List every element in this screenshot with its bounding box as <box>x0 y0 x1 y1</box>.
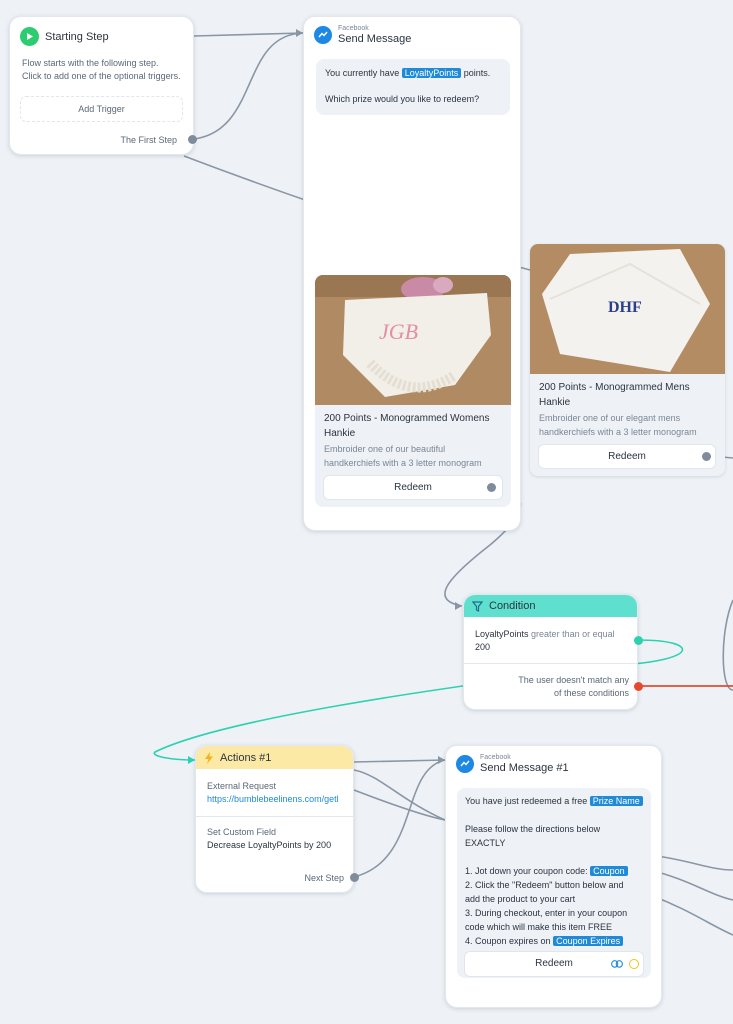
msg1-line-1: You have just redeemed a free Prize Name <box>465 794 643 808</box>
send-message-title: Send Message <box>338 33 412 45</box>
wire-actions-to-message1a <box>353 759 446 763</box>
custom-field-value: Decrease LoyaltyPoints by 200 <box>207 840 332 850</box>
messenger-icon <box>314 26 332 44</box>
first-step-label: The First Step <box>120 135 177 145</box>
msg1-step-4: 4. Coupon expires on Coupon Expires <box>465 934 643 948</box>
messenger-icon-2 <box>456 755 474 773</box>
card1-title-2: Hankie <box>324 428 356 439</box>
arrowhead-condition <box>455 602 462 610</box>
message-bubble[interactable]: You currently have LoyaltyPoints points.… <box>316 59 510 115</box>
msg1-step-3b: code which will make this item FREE <box>465 922 613 932</box>
condition-header: Condition <box>464 595 637 617</box>
redeem-label-2: Redeem <box>608 451 646 462</box>
prize-name-tag: Prize Name <box>589 796 643 806</box>
msg1-step-2b: add the product to your cart <box>465 894 576 904</box>
monogram-text-womens: JGB <box>379 319 418 344</box>
redeem-label-3: Redeem <box>535 958 573 969</box>
play-icon <box>20 27 39 46</box>
msg1-line-2: Please follow the directions below <box>465 824 601 834</box>
wire-fallback-loop <box>722 599 733 691</box>
send-message-node[interactable]: Facebook Send Message You currently have… <box>303 16 521 531</box>
monogram-text-mens: DHF <box>608 299 642 316</box>
card2-desc-2: handkerchiefs with a 3 letter monogram <box>539 427 697 437</box>
condition-title: Condition <box>489 600 536 612</box>
external-request-label: External Request <box>207 781 277 791</box>
arrowhead-actions <box>188 756 195 764</box>
add-trigger-button[interactable]: Add Trigger <box>20 96 183 122</box>
msg1-line-3: EXACTLY <box>465 838 506 848</box>
fallback-line-2: of these conditions <box>553 688 629 698</box>
condition-fallback-port[interactable] <box>634 682 643 691</box>
custom-field-label: Set Custom Field <box>207 827 277 837</box>
send-message-1-title: Send Message #1 <box>480 762 569 774</box>
condition-divider <box>464 663 637 664</box>
filter-icon <box>472 600 483 612</box>
wire-message1-out-a <box>649 854 733 871</box>
redeem-button-mens[interactable]: Redeem <box>538 444 716 469</box>
pending-status-icon <box>629 959 639 969</box>
actions-divider <box>196 816 353 817</box>
wire-message1-out-c <box>649 894 733 936</box>
wire-message1-out-b <box>649 869 733 901</box>
card2-title-2: Hankie <box>539 397 571 408</box>
starting-step-title: Starting Step <box>45 30 109 43</box>
redeem-label-1: Redeem <box>394 482 432 493</box>
redeem-button-womens[interactable]: Redeem <box>323 475 503 500</box>
next-step-label: Next Step <box>304 873 344 883</box>
first-step-port[interactable] <box>188 135 197 144</box>
card2-desc-1: Embroider one of our elegant mens <box>539 413 681 423</box>
condition-value: 200 <box>475 642 491 652</box>
next-step-port[interactable] <box>350 873 359 882</box>
starting-step-node[interactable]: Starting Step Flow starts with the follo… <box>9 16 197 155</box>
condition-node[interactable]: Condition LoyaltyPoints greater than or … <box>463 594 638 710</box>
gallery-card-womens[interactable]: JGB 200 Points - Monogrammed Womens Hank… <box>315 275 511 507</box>
card2-title-1: 200 Points - Monogrammed Mens <box>539 382 690 393</box>
card1-title-1: 200 Points - Monogrammed Womens <box>324 413 490 424</box>
coupon-tag: Coupon <box>590 866 628 876</box>
wire-start-to-message <box>193 32 304 140</box>
message-line-1: You currently have LoyaltyPoints points. <box>325 68 491 78</box>
redeem-port-mens[interactable] <box>702 452 711 461</box>
msg1-step-2a: 2. Click the "Redeem" button below and <box>465 880 624 890</box>
actions-node[interactable]: Actions #1 External Request https://bumb… <box>195 745 354 893</box>
message-line-2: Which prize would you like to redeem? <box>325 94 480 104</box>
starting-step-desc-1: Flow starts with the following step. <box>22 58 159 68</box>
wire-next-to-message1 <box>353 759 446 878</box>
loyalty-points-tag: LoyaltyPoints <box>401 68 462 78</box>
card1-desc-2: handkerchiefs with a 3 letter monogram <box>324 458 482 468</box>
channel-label-2: Facebook <box>480 754 511 761</box>
mens-hankie-image: DHF <box>530 244 725 374</box>
msg1-step-1: 1. Jot down your coupon code: Coupon <box>465 864 643 878</box>
channel-label: Facebook <box>338 25 369 32</box>
gallery-card-mens[interactable]: DHF 200 Points - Monogrammed Mens Hankie… <box>530 244 725 476</box>
send-message-1-node[interactable]: Facebook Send Message #1 You have just r… <box>445 745 662 1008</box>
condition-rule: LoyaltyPoints greater than or equal <box>475 629 615 639</box>
msg1-step-3a: 3. During checkout, enter in your coupon <box>465 908 628 918</box>
actions-header: Actions #1 <box>196 746 353 769</box>
link-icon <box>611 960 623 968</box>
coupon-expires-tag: Coupon Expires <box>553 936 624 946</box>
arrowhead-message1 <box>438 756 445 764</box>
message-1-bubble[interactable]: You have just redeemed a free Prize Name… <box>457 788 651 978</box>
add-trigger-label: Add Trigger <box>78 104 125 114</box>
card1-desc-1: Embroider one of our beautiful <box>324 444 446 454</box>
arrowhead-message <box>296 29 303 37</box>
starting-step-desc-2: Click to add one of the optional trigger… <box>22 71 181 81</box>
condition-match-port[interactable] <box>634 636 643 645</box>
actions-title: Actions #1 <box>220 751 272 764</box>
lightning-icon <box>205 751 213 764</box>
redeem-port-womens[interactable] <box>487 483 496 492</box>
fallback-line-1: The user doesn't match any <box>518 675 629 685</box>
external-request-url[interactable]: https://bumblebeelinens.com/getl <box>207 793 339 806</box>
womens-hankie-image: JGB <box>315 275 511 405</box>
